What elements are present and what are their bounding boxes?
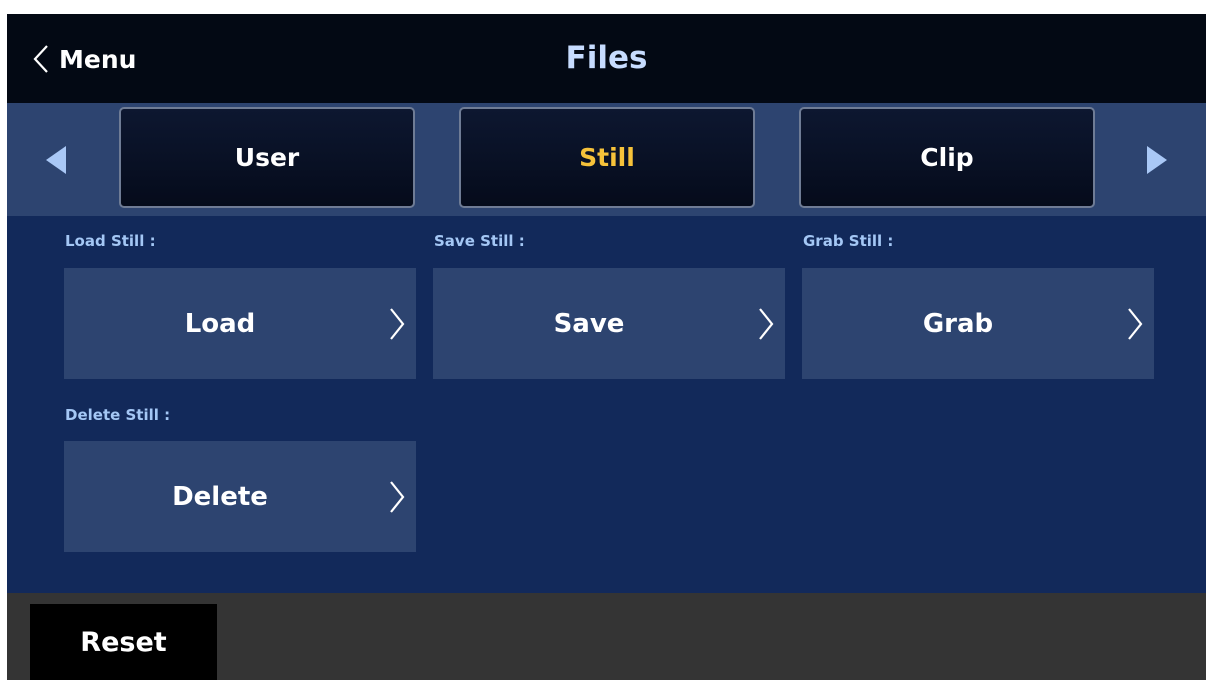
chevron-right-icon	[1127, 307, 1143, 341]
load-button[interactable]: Load	[64, 268, 416, 379]
chevron-right-icon	[389, 307, 405, 341]
chevron-right-icon	[389, 480, 405, 514]
triangle-right-icon	[1145, 145, 1169, 175]
tab-still[interactable]: Still	[459, 107, 755, 208]
footer-bar: Reset	[7, 593, 1206, 680]
grab-button[interactable]: Grab	[802, 268, 1154, 379]
tab-clip[interactable]: Clip	[799, 107, 1095, 208]
tab-label: Still	[579, 143, 635, 172]
reset-button[interactable]: Reset	[30, 604, 217, 680]
save-button[interactable]: Save	[433, 268, 785, 379]
tab-bar: User Still Clip	[7, 103, 1206, 216]
tab-label: Clip	[920, 143, 974, 172]
tab-scroll-left-button[interactable]	[44, 145, 68, 175]
files-screen: Menu Files User Still Clip Load Still : …	[7, 14, 1206, 680]
save-still-label: Save Still :	[434, 232, 525, 250]
save-button-label: Save	[553, 308, 625, 339]
tab-label: User	[234, 143, 300, 172]
delete-button[interactable]: Delete	[64, 441, 416, 552]
delete-still-label: Delete Still :	[65, 406, 171, 424]
tab-user[interactable]: User	[119, 107, 415, 208]
grab-button-label: Grab	[922, 308, 994, 339]
tab-scroll-right-button[interactable]	[1145, 145, 1169, 175]
page-title: Files	[565, 40, 648, 76]
grab-still-label: Grab Still :	[803, 232, 894, 250]
header-bar: Menu Files	[7, 14, 1206, 103]
triangle-left-icon	[44, 145, 68, 175]
load-button-label: Load	[184, 308, 256, 339]
delete-button-label: Delete	[172, 481, 268, 512]
reset-button-label: Reset	[80, 626, 167, 658]
load-still-label: Load Still :	[65, 232, 156, 250]
chevron-right-icon	[758, 307, 774, 341]
